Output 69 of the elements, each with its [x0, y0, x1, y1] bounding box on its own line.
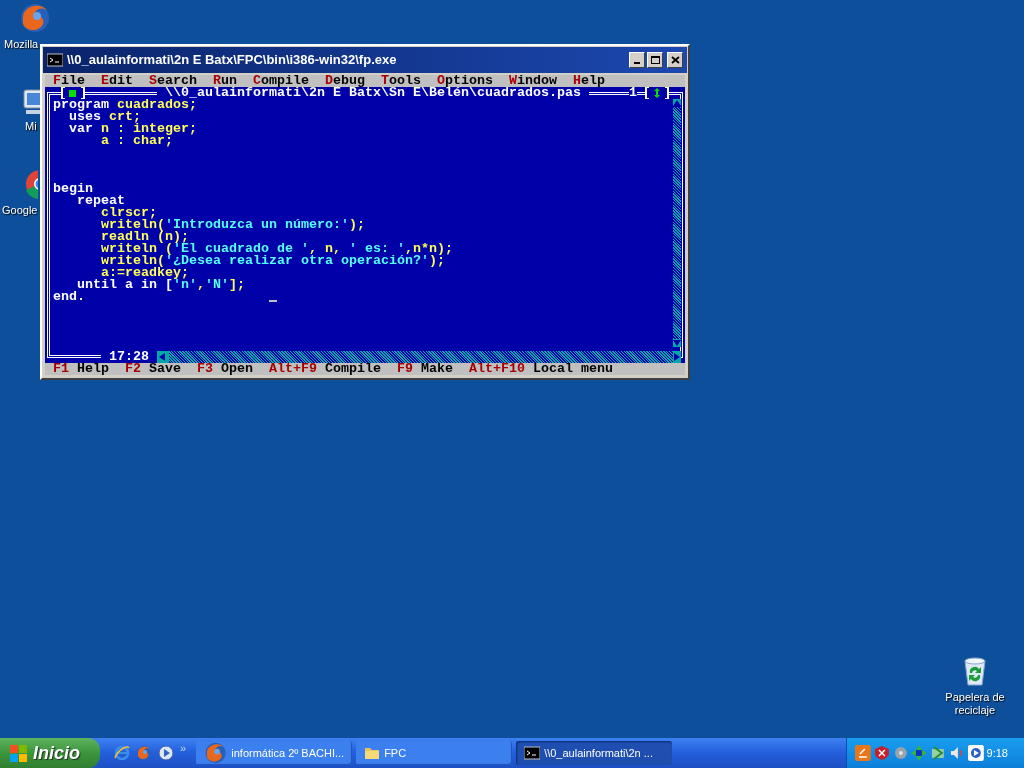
- shield-icon[interactable]: [873, 745, 890, 761]
- globe-icon[interactable]: [19, 2, 51, 34]
- function-key-item[interactable]: Alt+F9 Compile: [269, 363, 381, 375]
- menu-item[interactable]: Debug: [325, 75, 365, 87]
- code-line: repeat: [77, 195, 125, 207]
- file-title: \\0_aulainformati\2n E Batx\Sn E\Belén\cuadrados.pas: [157, 87, 589, 99]
- menu-item[interactable]: Search: [149, 75, 197, 87]
- code-line: end.: [53, 291, 85, 303]
- code-line: a : char;: [100, 135, 173, 147]
- scroll-right-icon[interactable]: [673, 351, 681, 363]
- function-key-item[interactable]: F1 Help: [53, 363, 109, 375]
- function-key-item[interactable]: Alt+F10 Local menu: [469, 363, 613, 375]
- clock: 9:18: [986, 745, 1008, 761]
- code-line: readln (n);: [100, 231, 189, 243]
- code-line: var n : integer;: [68, 123, 197, 135]
- vertical-scrollbar[interactable]: [673, 99, 681, 347]
- ie-icon[interactable]: [114, 745, 130, 761]
- scroll-left-icon[interactable]: [157, 351, 169, 363]
- player-icon[interactable]: [967, 745, 984, 761]
- start-button[interactable]: Inicio: [0, 738, 100, 768]
- minimize-button[interactable]: [629, 52, 645, 68]
- windows-flag-icon: [10, 744, 27, 762]
- taskbar-button[interactable]: FPC: [356, 741, 513, 765]
- scroll-down-icon[interactable]: [673, 339, 681, 347]
- menu-item[interactable]: Run: [213, 75, 237, 87]
- icon-label[interactable]: Google: [2, 204, 38, 217]
- media-icon[interactable]: [158, 745, 174, 761]
- menu-item[interactable]: Window: [509, 75, 557, 87]
- icon-label[interactable]: Mozilla: [4, 38, 39, 51]
- volume-icon[interactable]: [949, 745, 965, 761]
- menu-item[interactable]: File: [53, 75, 85, 87]
- code-line: writeln ('El cuadrado de ', n, ' es: ',n*n);: [100, 243, 453, 255]
- code-line: writeln('Introduzca un número:');: [100, 219, 365, 231]
- menu-item[interactable]: Tools: [381, 75, 421, 87]
- scroll-up-icon[interactable]: [673, 99, 681, 107]
- console-icon: [47, 52, 63, 68]
- code-line: program cuadrados;: [53, 99, 197, 111]
- function-key-item[interactable]: F3 Open: [197, 363, 253, 375]
- code-line: clrscr;: [101, 207, 157, 219]
- icon-label[interactable]: Papelera de reciclaje: [940, 691, 1010, 717]
- horizontal-scrollbar[interactable]: [157, 351, 681, 363]
- taskbar-button[interactable]: informática 2º BACHI...: [196, 741, 353, 765]
- window-number: 1: [629, 87, 637, 99]
- java-icon[interactable]: [855, 745, 871, 761]
- menu-item[interactable]: Compile: [253, 75, 309, 87]
- close-icon: [670, 56, 680, 64]
- more-button[interactable]: »: [180, 740, 187, 757]
- network-icon[interactable]: [911, 745, 928, 761]
- code-line: a:=readkey;: [101, 267, 189, 279]
- window-title: \\0_aulainformati\2n E Batx\FPC\bin\i386-win32\fp.exe: [67, 51, 398, 70]
- maximize-button[interactable]: [647, 52, 663, 68]
- close-box-icon[interactable]: [61, 87, 85, 99]
- maximize-icon: [650, 56, 660, 64]
- taskbar-button[interactable]: \\0_aulainformati\2n ...: [516, 741, 673, 765]
- code-line: begin: [53, 183, 93, 195]
- menu-item[interactable]: Options: [437, 75, 493, 87]
- code-line: writeln('¿Desea realizar otra operación?');: [100, 255, 445, 267]
- function-key-item[interactable]: F9 Make: [397, 363, 453, 375]
- code-line: uses crt;: [69, 111, 141, 123]
- code-line: until a in ['n','N'];: [77, 279, 245, 291]
- zoom-box-icon[interactable]: [645, 87, 669, 99]
- menu-item[interactable]: Help: [573, 75, 605, 87]
- console-icon: [524, 745, 541, 761]
- cursor-position: 17:28: [101, 351, 157, 363]
- function-key-item[interactable]: F2 Save: [125, 363, 181, 375]
- icon-label[interactable]: Mi: [25, 120, 37, 133]
- menu-item[interactable]: Edit: [101, 75, 133, 87]
- close-button[interactable]: [667, 52, 683, 68]
- folder-icon: [364, 745, 381, 761]
